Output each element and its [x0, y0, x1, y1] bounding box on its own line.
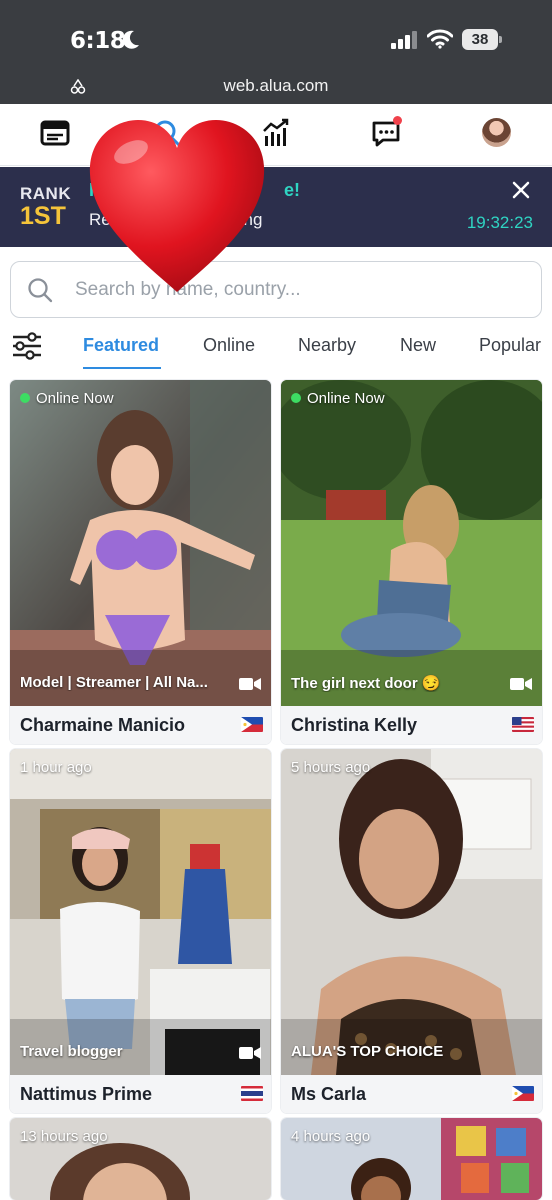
creator-card[interactable]: 13 hours ago: [10, 1118, 271, 1200]
creator-name: Nattimus Prime: [20, 1084, 153, 1104]
moon-icon: [122, 30, 139, 49]
status-time: 6:18: [70, 28, 126, 54]
tab-online[interactable]: Online: [203, 335, 255, 356]
search-icon: [28, 278, 53, 303]
creator-tagline: Model | Streamer | All Na...: [20, 674, 208, 691]
status-label: Online Now: [291, 390, 385, 407]
creator-card[interactable]: 1 hour ago Travel blogger Nattimus Prime: [10, 749, 271, 1113]
active-tab-indicator: [83, 367, 161, 369]
online-dot: [291, 393, 301, 403]
status-label: Online Now: [20, 390, 114, 407]
url-bar[interactable]: web.alua.com: [0, 76, 552, 96]
close-icon[interactable]: [510, 179, 532, 201]
creator-card[interactable]: Online Now Model | Streamer | All Na... …: [10, 380, 271, 744]
messages-nav[interactable]: [370, 116, 404, 150]
thailand-flag-icon: [241, 1086, 263, 1101]
wifi-icon: [427, 29, 453, 49]
avatar[interactable]: [482, 118, 511, 147]
creator-tagline: The girl next door 😏: [291, 675, 441, 692]
status-label: 4 hours ago: [291, 1128, 371, 1145]
status-text: Online Now: [307, 390, 385, 407]
creator-tagline: ALUA'S TOP CHOICE: [291, 1043, 444, 1060]
banner-title-end: e!: [284, 180, 301, 200]
creator-photo[interactable]: [281, 380, 542, 706]
creator-name: Ms Carla: [291, 1084, 367, 1104]
banner-timer: 19:32:23: [466, 213, 533, 232]
card-footer: Nattimus Prime: [10, 1075, 271, 1113]
creator-tagline: Travel blogger: [20, 1043, 123, 1060]
tab-featured[interactable]: Featured: [83, 335, 159, 356]
creator-card[interactable]: 5 hours ago ALUA'S TOP CHOICE Ms Carla: [281, 749, 542, 1113]
tab-popular[interactable]: Popular: [479, 335, 541, 356]
signal-icon: [391, 31, 417, 49]
philippines-flag-icon: [512, 1086, 534, 1101]
creator-photo[interactable]: [281, 749, 542, 1075]
app-nav: [0, 104, 552, 166]
rank-value: 1ST: [20, 202, 66, 230]
creator-photo[interactable]: [10, 380, 271, 706]
creator-card[interactable]: 4 hours ago: [281, 1118, 542, 1200]
battery-icon: 38: [462, 29, 502, 50]
card-footer: Ms Carla: [281, 1075, 542, 1113]
united-states-flag-icon: [512, 717, 534, 732]
notification-dot: [393, 116, 402, 125]
status-label: 13 hours ago: [20, 1128, 108, 1145]
card-footer: Christina Kelly: [281, 706, 542, 744]
creator-card[interactable]: Online Now The girl next door 😏 Christin…: [281, 380, 542, 744]
video-icon: [510, 678, 532, 690]
status-label: 5 hours ago: [291, 759, 371, 776]
creator-name: Charmaine Manicio: [20, 715, 186, 735]
creator-name: Christina Kelly: [291, 715, 418, 735]
battery-level: 38: [462, 29, 498, 50]
status-label: 1 hour ago: [20, 759, 92, 776]
battery-tip: [499, 36, 502, 43]
video-icon: [239, 678, 261, 690]
philippines-flag-icon: [241, 717, 263, 732]
tab-new[interactable]: New: [400, 335, 436, 356]
video-icon: [239, 1047, 261, 1059]
rank-banner[interactable]: RANK 1ST Re! Reing 19:32:23: [0, 167, 552, 247]
creator-photo[interactable]: [10, 749, 271, 1075]
heart-sticker: [89, 120, 265, 292]
filter-icon[interactable]: [11, 332, 43, 360]
rank-label: RANK: [20, 184, 72, 203]
status-text: Online Now: [36, 390, 114, 407]
card-footer: Charmaine Manicio: [10, 706, 271, 744]
tab-nearby[interactable]: Nearby: [298, 335, 356, 356]
browser-chrome: 6:18 38 web.alua.com: [0, 0, 552, 104]
online-dot: [20, 393, 30, 403]
browser-window-icon[interactable]: [38, 116, 72, 150]
